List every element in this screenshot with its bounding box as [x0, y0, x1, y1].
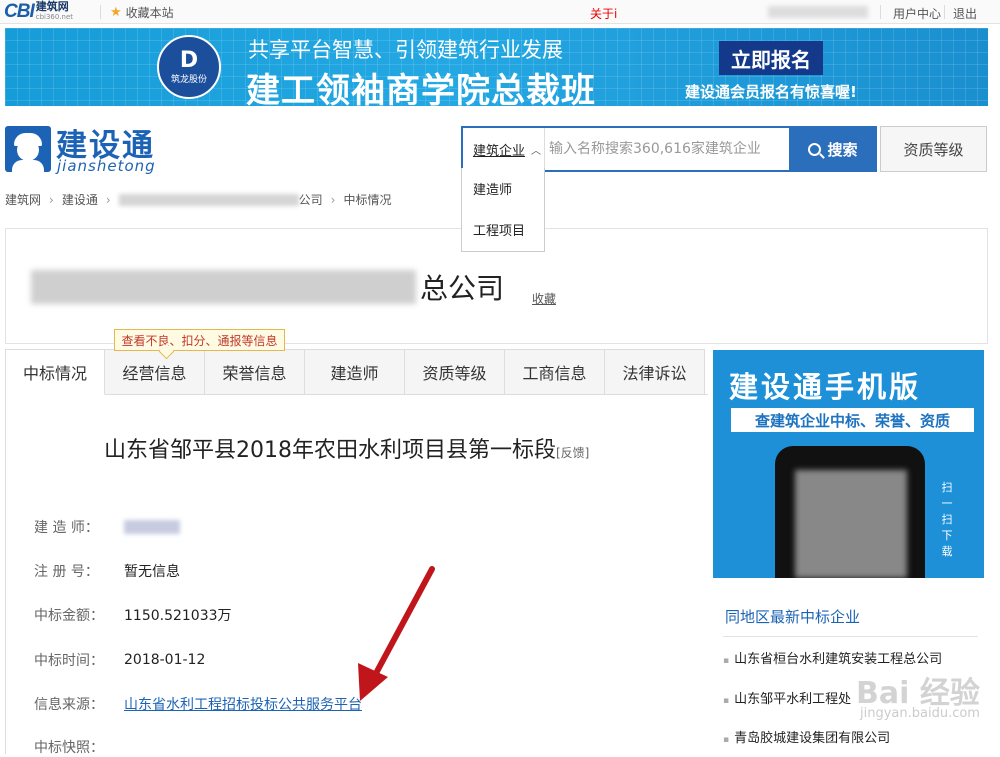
- logout-link[interactable]: 退出: [953, 5, 977, 22]
- tab-builders[interactable]: 建造师: [305, 349, 405, 395]
- divider: [944, 5, 945, 19]
- ad-subtitle: 查建筑企业中标、荣誉、资质: [731, 408, 974, 432]
- company-name-visible: 总公司: [420, 272, 505, 305]
- project-title-text: 山东省邹平县2018年农田水利项目县第一标段: [104, 438, 556, 463]
- info-row-source: 信息来源： 山东省水利工程招标投标公共服务平台: [34, 694, 362, 714]
- chevron-right-icon: ›: [330, 192, 336, 207]
- list-item[interactable]: 山东省桓台水利建筑安装工程总公司: [723, 648, 942, 667]
- promo-banner[interactable]: D 筑龙股份 共享平台智慧、引领建筑行业发展 建工领袖商学院总裁班 立即报名 建…: [5, 28, 988, 106]
- mobile-app-ad[interactable]: 建设通手机版 查建筑企业中标、荣誉、资质 扫一扫下载: [713, 350, 984, 578]
- source-label: 信息来源：: [34, 697, 104, 713]
- collect-link[interactable]: 收藏: [532, 290, 556, 307]
- banner-note: 建设通会员报名有惊喜喔!: [685, 83, 857, 101]
- cbi-logo[interactable]: CBI 建筑网 cbi360.net: [4, 1, 73, 23]
- jianshetong-logo-icon[interactable]: [5, 126, 51, 172]
- bad-record-tooltip[interactable]: 查看不良、扣分、通报等信息: [114, 329, 285, 351]
- divider: [880, 5, 881, 19]
- time-label: 中标时间：: [34, 653, 104, 669]
- chevron-right-icon: ›: [105, 192, 111, 207]
- banner-subtitle: 共享平台智慧、引领建筑行业发展: [248, 38, 563, 62]
- banner-signup-button[interactable]: 立即报名: [719, 41, 823, 75]
- builder-label: 建 造 师：: [34, 520, 99, 536]
- zhulong-logo: D 筑龙股份: [157, 35, 221, 99]
- tab-business-info[interactable]: 经营信息: [105, 349, 205, 395]
- tab-honor-info[interactable]: 荣誉信息: [205, 349, 305, 395]
- logo-name: 筑龙股份: [170, 74, 207, 85]
- source-link[interactable]: 山东省水利工程招标投标公共服务平台: [124, 694, 362, 714]
- top-bar: CBI 建筑网 cbi360.net ★ 收藏本站 关于i 用户中心 退出: [0, 0, 1000, 24]
- time-value: 2018-01-12: [124, 652, 206, 668]
- feedback-link[interactable]: [反馈]: [556, 446, 589, 460]
- breadcrumb: 建筑网 › 建设通 › 公司 › 中标情况: [5, 191, 392, 208]
- banner-title: 建工领袖商学院总裁班: [246, 71, 596, 106]
- breadcrumb-item-company[interactable]: 公司: [299, 191, 323, 208]
- qr-code: [795, 470, 907, 578]
- dropdown-option-project[interactable]: 工程项目: [462, 209, 544, 250]
- info-row-snapshot: 中标快照：: [34, 737, 124, 757]
- company-name: 总公司: [31, 267, 504, 307]
- breadcrumb-item-cbi[interactable]: 建筑网: [5, 191, 41, 208]
- search-button[interactable]: 搜索: [789, 126, 877, 172]
- chevron-up-icon: ︿: [531, 145, 542, 157]
- reg-value: 暂无信息: [124, 564, 180, 580]
- favorite-label: 收藏本站: [125, 6, 174, 20]
- list-item[interactable]: 山东邹平水利工程处: [723, 688, 851, 707]
- info-row-reg-no: 注 册 号： 暂无信息: [34, 561, 180, 581]
- search-category-dropdown: 建造师 工程项目: [461, 168, 545, 252]
- tab-legal[interactable]: 法律诉讼: [605, 349, 705, 395]
- logo-cbi-text: CBI: [4, 1, 35, 22]
- nearby-winners-title: 同地区最新中标企业: [725, 608, 861, 626]
- brand-pinyin: jianshetong: [57, 157, 156, 175]
- dropdown-option-builder[interactable]: 建造师: [462, 168, 544, 209]
- project-title: 山东省邹平县2018年农田水利项目县第一标段[反馈]: [104, 432, 589, 464]
- red-arrow-annotation: [358, 566, 435, 701]
- reg-label: 注 册 号：: [34, 564, 99, 580]
- chevron-right-icon: ›: [49, 192, 54, 207]
- company-name-blurred: [31, 270, 416, 304]
- logo-site-url: cbi360.net: [35, 13, 74, 21]
- logo-site-name: 建筑网: [35, 0, 69, 13]
- snapshot-label: 中标快照：: [34, 740, 104, 756]
- breadcrumb-blurred-company: [118, 193, 299, 206]
- baidu-watermark-url: jingyan.baidu.com: [860, 706, 980, 721]
- blurred-username: [768, 6, 868, 18]
- tab-commerce-info[interactable]: 工商信息: [505, 349, 605, 395]
- about-link[interactable]: 关于i: [590, 5, 617, 22]
- info-row-amount: 中标金额： 1150.521033万: [34, 605, 232, 625]
- info-row-time: 中标时间： 2018-01-12: [34, 650, 205, 670]
- amount-label: 中标金额：: [34, 608, 104, 624]
- tab-bid-info[interactable]: 中标情况: [5, 349, 105, 395]
- amount-value: 1150.521033万: [124, 608, 232, 624]
- divider: [100, 5, 101, 19]
- favorite-link[interactable]: ★ 收藏本站: [110, 4, 174, 21]
- breadcrumb-item-jianshetong[interactable]: 建设通: [62, 191, 98, 208]
- search-icon: [808, 142, 822, 156]
- logo-mark: D: [179, 47, 199, 73]
- ad-scan-text: 扫一扫下载: [941, 481, 953, 558]
- company-tabs: 中标情况 经营信息 荣誉信息 建造师 资质等级 工商信息 法律诉讼: [5, 349, 708, 395]
- search-category-select[interactable]: 建筑企业 ︿: [463, 128, 545, 170]
- user-center-link[interactable]: 用户中心: [893, 5, 941, 22]
- list-item[interactable]: 青岛胶城建设集团有限公司: [723, 727, 890, 746]
- search-button-label: 搜索: [827, 140, 858, 159]
- builder-value-blurred[interactable]: [124, 520, 180, 534]
- ad-title: 建设通手机版: [729, 370, 922, 404]
- star-icon: ★: [110, 5, 122, 20]
- search-input[interactable]: [547, 128, 787, 170]
- info-row-builder: 建 造 师：: [34, 517, 180, 537]
- breadcrumb-current: 中标情况: [343, 193, 392, 207]
- search-box: 建筑企业 ︿: [461, 126, 791, 172]
- qualification-button[interactable]: 资质等级: [880, 126, 987, 172]
- search-category-label: 建筑企业: [473, 143, 526, 159]
- divider: [723, 636, 978, 637]
- tab-qualification[interactable]: 资质等级: [405, 349, 505, 395]
